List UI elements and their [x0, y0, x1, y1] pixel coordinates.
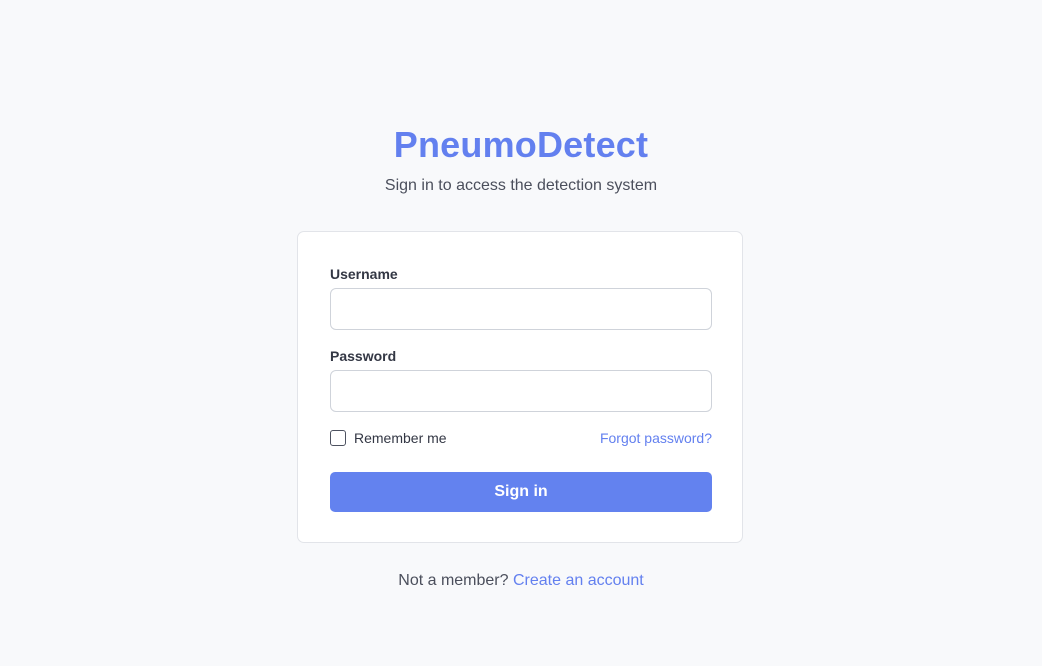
password-input[interactable]	[330, 370, 712, 412]
password-label: Password	[330, 348, 397, 364]
login-card: Username Password Remember me Forgot pas…	[297, 231, 743, 543]
forgot-password-link[interactable]: Forgot password?	[600, 430, 712, 447]
remember-row: Remember me Forgot password?	[330, 430, 712, 448]
sign-in-button[interactable]: Sign in	[330, 472, 712, 512]
login-page: PneumoDetect Sign in to access the detec…	[0, 0, 1042, 666]
signup-prompt: Not a member? Create an account	[0, 572, 1042, 590]
brand-title: PneumoDetect	[393, 124, 649, 165]
username-label: Username	[330, 266, 398, 282]
create-account-link[interactable]: Create an account	[513, 572, 644, 589]
page-subtitle: Sign in to access the detection system	[384, 177, 658, 194]
signup-prompt-text: Not a member?	[398, 572, 509, 589]
username-input[interactable]	[330, 288, 712, 330]
remember-me-checkbox[interactable]	[330, 430, 346, 446]
remember-me-label[interactable]: Remember me	[354, 430, 447, 447]
